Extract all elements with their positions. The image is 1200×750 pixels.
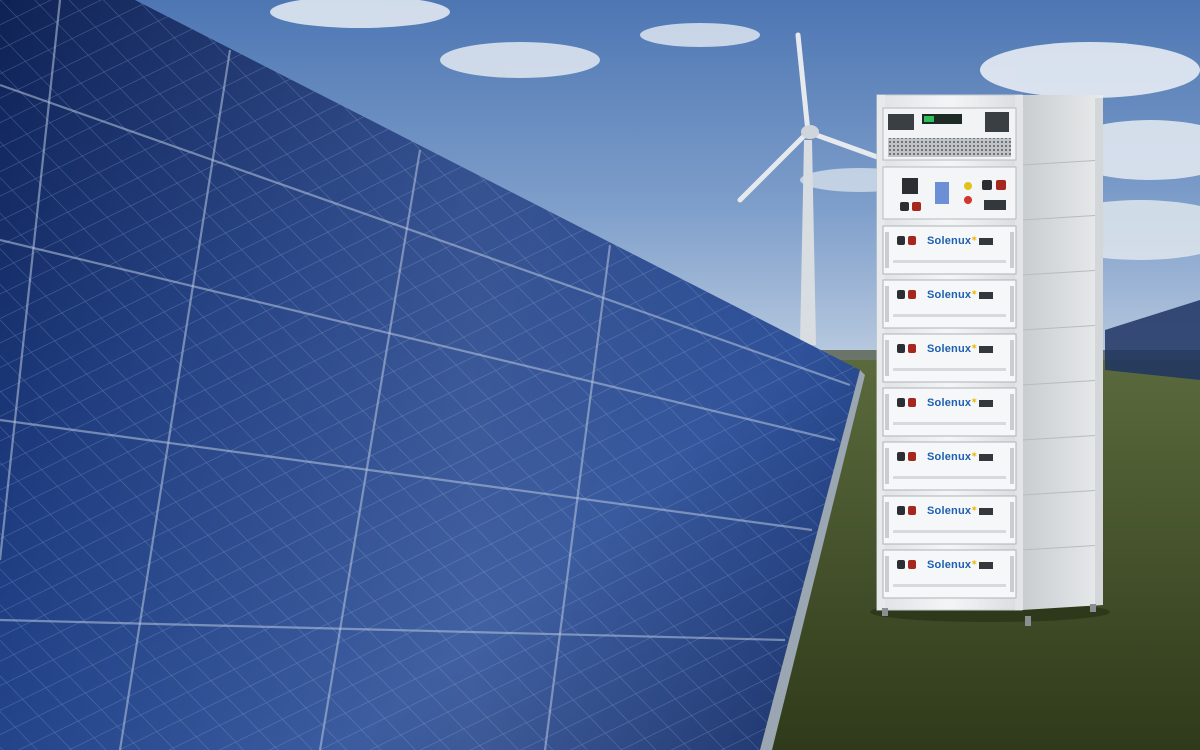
battery-module xyxy=(882,387,1017,437)
photo-scene: Solenux✶ Solenux✶ Solenux✶ Solenux✶ Solenux✶… xyxy=(0,0,1200,750)
brand-label: Solenux xyxy=(927,343,972,355)
brand-label: Solenux xyxy=(927,559,972,571)
sun-star-icon: ✶ xyxy=(971,506,978,513)
solenux-logo: Solenux✶ xyxy=(927,397,977,409)
sun-star-icon: ✶ xyxy=(971,452,978,459)
brand-label: Solenux xyxy=(927,451,972,463)
solenux-logo: Solenux✶ xyxy=(927,451,977,463)
solenux-logo: Solenux✶ xyxy=(927,505,977,517)
brand-label: Solenux xyxy=(927,289,972,301)
sun-star-icon: ✶ xyxy=(971,290,978,297)
battery-module xyxy=(882,441,1017,491)
solenux-logo: Solenux✶ xyxy=(927,289,977,301)
brand-label: Solenux xyxy=(927,397,972,409)
sun-star-icon: ✶ xyxy=(971,236,978,243)
solenux-logo: Solenux✶ xyxy=(927,559,977,571)
sun-star-icon: ✶ xyxy=(971,398,978,405)
sun-star-icon: ✶ xyxy=(971,344,978,351)
brand-label: Solenux xyxy=(927,235,972,247)
solenux-logo: Solenux✶ xyxy=(927,235,977,247)
solar-panel-array xyxy=(0,0,865,750)
brand-label: Solenux xyxy=(927,505,972,517)
battery-module xyxy=(882,495,1017,545)
battery-module xyxy=(882,549,1017,599)
battery-module xyxy=(882,225,1017,275)
battery-module xyxy=(882,279,1017,329)
solenux-logo: Solenux✶ xyxy=(927,343,977,355)
battery-module xyxy=(882,333,1017,383)
sun-star-icon: ✶ xyxy=(971,560,978,567)
scene-graphic xyxy=(0,0,1200,750)
